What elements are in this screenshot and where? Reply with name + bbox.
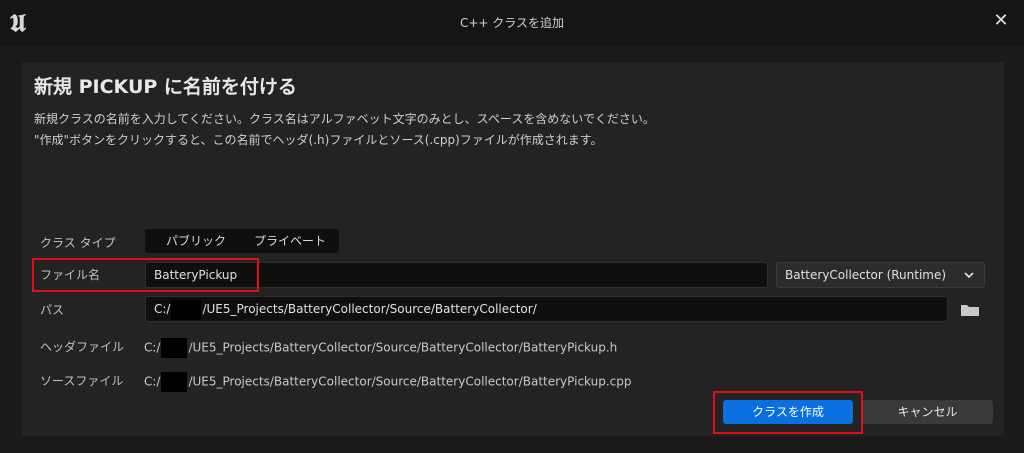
class-type-selector: パブリック プライベート — [145, 229, 339, 253]
folder-icon[interactable] — [960, 302, 980, 318]
file-name-input[interactable]: BatteryPickup — [145, 262, 768, 288]
chevron-down-icon — [964, 263, 974, 287]
cancel-button[interactable]: キャンセル — [862, 400, 993, 424]
header-suffix: /UE5_Projects/BatteryCollector/Source/Ba… — [188, 340, 618, 355]
close-icon[interactable]: ✕ — [992, 12, 1010, 30]
create-class-button[interactable]: クラスを作成 — [723, 400, 853, 424]
file-name-label: ファイル名 — [40, 268, 101, 282]
source-file-path: C:/ /UE5_Projects/BatteryCollector/Source… — [144, 372, 632, 392]
class-type-label: クラス タイプ — [40, 236, 116, 250]
path-prefix: C:/ — [154, 302, 171, 316]
class-type-private-option[interactable]: プライベート — [245, 229, 335, 253]
source-suffix: /UE5_Projects/BatteryCollector/Source/Ba… — [188, 374, 632, 389]
path-label: パス — [40, 303, 65, 317]
redacted-block — [161, 338, 188, 358]
module-dropdown-value: BatteryCollector (Runtime) — [785, 268, 947, 282]
window-title: C++ クラスを追加 — [459, 16, 565, 30]
title-bar: 𝖀 C++ クラスを追加 ✕ — [0, 0, 1024, 46]
module-dropdown[interactable]: BatteryCollector (Runtime) — [776, 262, 985, 288]
description-line-1: 新規クラスの名前を入力してください。クラス名はアルファベット文字のみとし、スペー… — [34, 112, 655, 126]
source-prefix: C:/ — [144, 374, 161, 389]
header-file-path: C:/ /UE5_Projects/BatteryCollector/Source… — [144, 338, 617, 358]
source-file-label: ソースファイル — [40, 374, 124, 388]
redacted-block — [161, 372, 188, 392]
description-line-2: "作成"ボタンをクリックすると、この名前でヘッダ(.h)ファイルとソース(.cp… — [34, 133, 603, 147]
page-title: 新規 PICKUP に名前を付ける — [34, 76, 297, 98]
header-prefix: C:/ — [144, 340, 161, 355]
redacted-block — [171, 299, 202, 320]
path-suffix: /UE5_Projects/BatteryCollector/Source/Ba… — [202, 302, 537, 316]
path-input[interactable]: C:/ /UE5_Projects/BatteryCollector/Source… — [145, 296, 948, 322]
class-type-public-option[interactable]: パブリック — [151, 229, 241, 253]
header-file-label: ヘッダファイル — [40, 340, 125, 354]
